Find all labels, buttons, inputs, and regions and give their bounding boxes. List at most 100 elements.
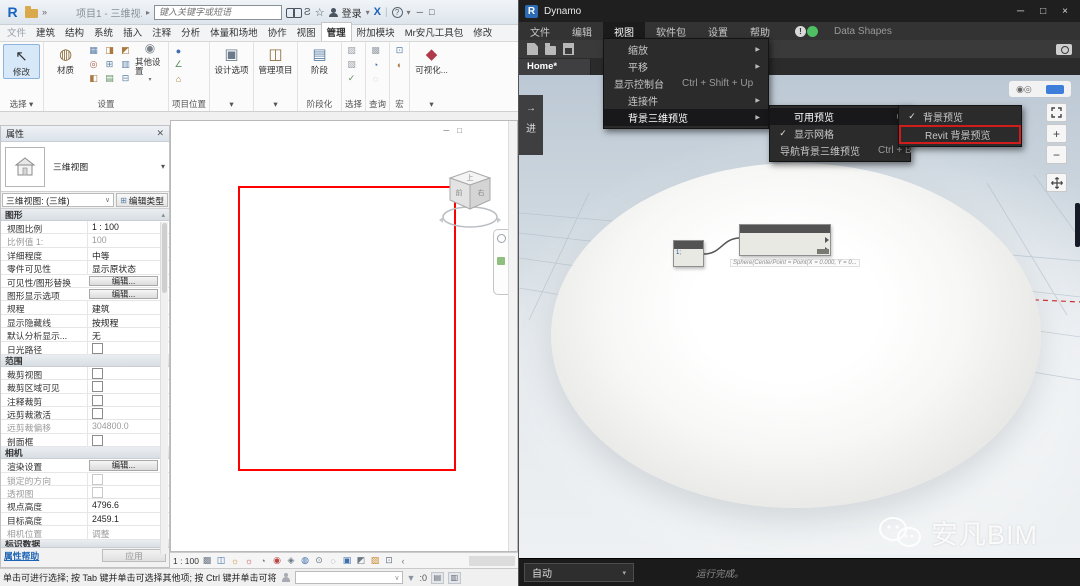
units-icon[interactable]: ⊟ — [119, 72, 132, 85]
account-icon[interactable] — [329, 8, 338, 17]
filter-icon[interactable]: ▼ — [407, 573, 416, 583]
ribbon-tab[interactable]: 体量和场地 — [205, 23, 263, 41]
property-row[interactable]: 锁定的方向 — [1, 473, 169, 486]
rendering-icon[interactable]: ◔ — [257, 555, 269, 567]
property-row[interactable]: 详细程度 中等 — [1, 248, 169, 261]
signin-label[interactable]: 登录 — [342, 5, 362, 20]
location-icon[interactable]: ● — [172, 44, 185, 57]
select-panel-icon[interactable]: ▥ — [448, 572, 461, 584]
purge-icon[interactable]: ▥ — [119, 58, 132, 71]
ribbon-tab[interactable]: 修改 — [468, 23, 497, 41]
signin-dropdown-icon[interactable]: ▾ — [366, 8, 370, 17]
transfer-standards-icon[interactable]: ▤ — [103, 72, 116, 85]
ribbon-tab[interactable]: 插入 — [118, 23, 147, 41]
geometry-view-icon[interactable] — [1046, 85, 1064, 94]
visualize-button[interactable]: ◆ 可视化... — [413, 44, 450, 75]
property-row[interactable]: 可见性/图形替换 编辑... — [1, 275, 169, 288]
edit-type-button[interactable]: ⊞ 编辑类型 — [116, 193, 168, 207]
minimize-button[interactable]: ─ — [417, 7, 423, 17]
submenu-item[interactable]: ✓ 显示网格 — [770, 125, 910, 142]
apply-button[interactable]: 应用 — [102, 549, 166, 562]
status-ok-icon[interactable] — [807, 26, 818, 37]
new-file-icon[interactable] — [527, 43, 538, 55]
snaps-icon[interactable]: ◎ — [87, 58, 100, 71]
property-row[interactable]: 规程 建筑 — [1, 301, 169, 314]
filter-panel-icon[interactable]: ▤ — [431, 572, 444, 584]
instance-selector[interactable]: 三维视图: (三维) ∨ — [2, 193, 114, 207]
property-row[interactable]: 目标高度 2459.1 — [1, 513, 169, 526]
section-graphics[interactable]: 图形▴ — [1, 209, 169, 221]
edit-selection-icon[interactable]: ✓ — [345, 72, 358, 85]
help-dropdown-icon[interactable]: ▾ — [407, 8, 411, 17]
output-port[interactable] — [740, 236, 829, 243]
design-option-select[interactable]: ∨ — [295, 571, 403, 584]
navigation-bar[interactable] — [493, 229, 508, 295]
macro-security-icon[interactable]: ◐ — [393, 58, 406, 71]
zoom-fit-button[interactable] — [1046, 103, 1067, 122]
title-dropdown-icon[interactable]: ▸ — [146, 8, 150, 17]
ribbon-tab[interactable]: 附加模块 — [352, 23, 400, 41]
macro-manager-icon[interactable]: ⊡ — [393, 44, 406, 57]
output-port[interactable] — [740, 246, 829, 253]
crop-view-icon[interactable]: ◉ — [271, 555, 283, 567]
constraints-icon[interactable]: ▨ — [369, 555, 381, 567]
view-menu-item[interactable]: 连接件 ▶ — [604, 92, 768, 109]
phases-button[interactable]: ▤ 阶段 — [301, 44, 338, 75]
analytical-model-icon[interactable]: ◩ — [355, 555, 367, 567]
property-row[interactable]: 日光路径 — [1, 342, 169, 355]
dynamo-minimize-button[interactable]: ─ — [1017, 6, 1024, 17]
property-row[interactable]: 相机位置 调整 — [1, 526, 169, 539]
detail-level-icon[interactable]: ▩ — [201, 555, 213, 567]
preview-mode-toggle[interactable]: ◉◎ — [1009, 81, 1071, 97]
view-scale[interactable]: 1 : 100 — [173, 556, 199, 566]
shadows-icon[interactable]: ☼ — [243, 555, 255, 567]
property-row[interactable]: 图形显示选项 编辑... — [1, 288, 169, 301]
presentation-icon[interactable]: ⊡ — [383, 555, 395, 567]
section-extents[interactable]: 范围▴ — [1, 355, 169, 367]
view-menu-item[interactable]: 背景三维预览 ▶ — [604, 109, 768, 126]
drawing-vertical-scrollbar[interactable] — [508, 121, 517, 551]
view-menu-item[interactable]: 缩放 ▶ — [604, 41, 768, 58]
revit-app-icon[interactable]: R — [4, 4, 21, 21]
horizontal-scrollbar[interactable] — [469, 556, 515, 566]
object-styles-icon[interactable]: ▦ — [87, 44, 100, 57]
coordinates-icon[interactable]: ∠ — [172, 58, 185, 71]
dynamo-menu-item[interactable]: 编辑 — [561, 22, 603, 40]
section-identity-data-partial[interactable]: 标识数据∨ — [1, 540, 169, 548]
type-selector[interactable]: 三维视图 ▾ — [1, 142, 169, 192]
property-row[interactable]: 远剪裁偏移 304800.0 — [1, 420, 169, 433]
other-settings-button[interactable]: ◉ 其他设置▾ — [135, 44, 165, 85]
property-row[interactable]: 远剪裁激活 — [1, 407, 169, 420]
exchange-apps-icon[interactable]: X — [374, 6, 381, 18]
reveal-hidden-icon[interactable]: ⊙ — [313, 555, 325, 567]
available-preview-item[interactable]: ✓ 背景预览 — [899, 108, 1021, 125]
open-file-icon[interactable] — [545, 46, 556, 55]
materials-button[interactable]: ◍ 材质 — [47, 44, 84, 75]
property-row[interactable]: 渲染设置 编辑... — [1, 459, 169, 472]
type-dropdown-icon[interactable]: ▾ — [161, 162, 165, 171]
dynamo-maximize-button[interactable]: □ — [1040, 6, 1046, 17]
search-binoculars-icon[interactable] — [286, 8, 300, 17]
worksharing-icon[interactable]: Ƨ — [304, 7, 311, 18]
design-options-button[interactable]: ▣ 设计选项 — [213, 44, 250, 75]
zoom-out-button[interactable]: − — [1046, 145, 1067, 164]
crop-region-icon[interactable]: ◈ — [285, 555, 297, 567]
ribbon-tab[interactable]: 协作 — [263, 23, 292, 41]
view-restore-icon[interactable]: □ — [457, 126, 462, 135]
graph-view-icon[interactable]: ◉◎ — [1016, 84, 1032, 95]
save-file-icon[interactable] — [563, 43, 574, 55]
ribbon-tab[interactable]: 视图 — [292, 23, 321, 41]
view-cube[interactable]: 上 前 右 — [438, 163, 502, 235]
save-selection-icon[interactable]: ▨ — [345, 44, 358, 57]
collapse-arrow-icon[interactable]: ‹ — [397, 555, 409, 567]
dynamo-close-button[interactable]: × — [1062, 6, 1068, 17]
property-row[interactable]: 视图比例 1 : 100 — [1, 221, 169, 234]
sun-path-icon[interactable]: ☼ — [229, 555, 241, 567]
project-info-icon[interactable]: ◧ — [87, 72, 100, 85]
qat-expand-icon[interactable]: » — [42, 7, 46, 17]
section-camera[interactable]: 相机▴ — [1, 447, 169, 459]
favorites-star-icon[interactable]: ☆ — [315, 6, 325, 19]
ribbon-tab[interactable]: 注释 — [147, 23, 176, 41]
worksharing-display-icon[interactable]: ◌ — [327, 555, 339, 567]
property-row[interactable]: 默认分析显示... 无 — [1, 328, 169, 341]
